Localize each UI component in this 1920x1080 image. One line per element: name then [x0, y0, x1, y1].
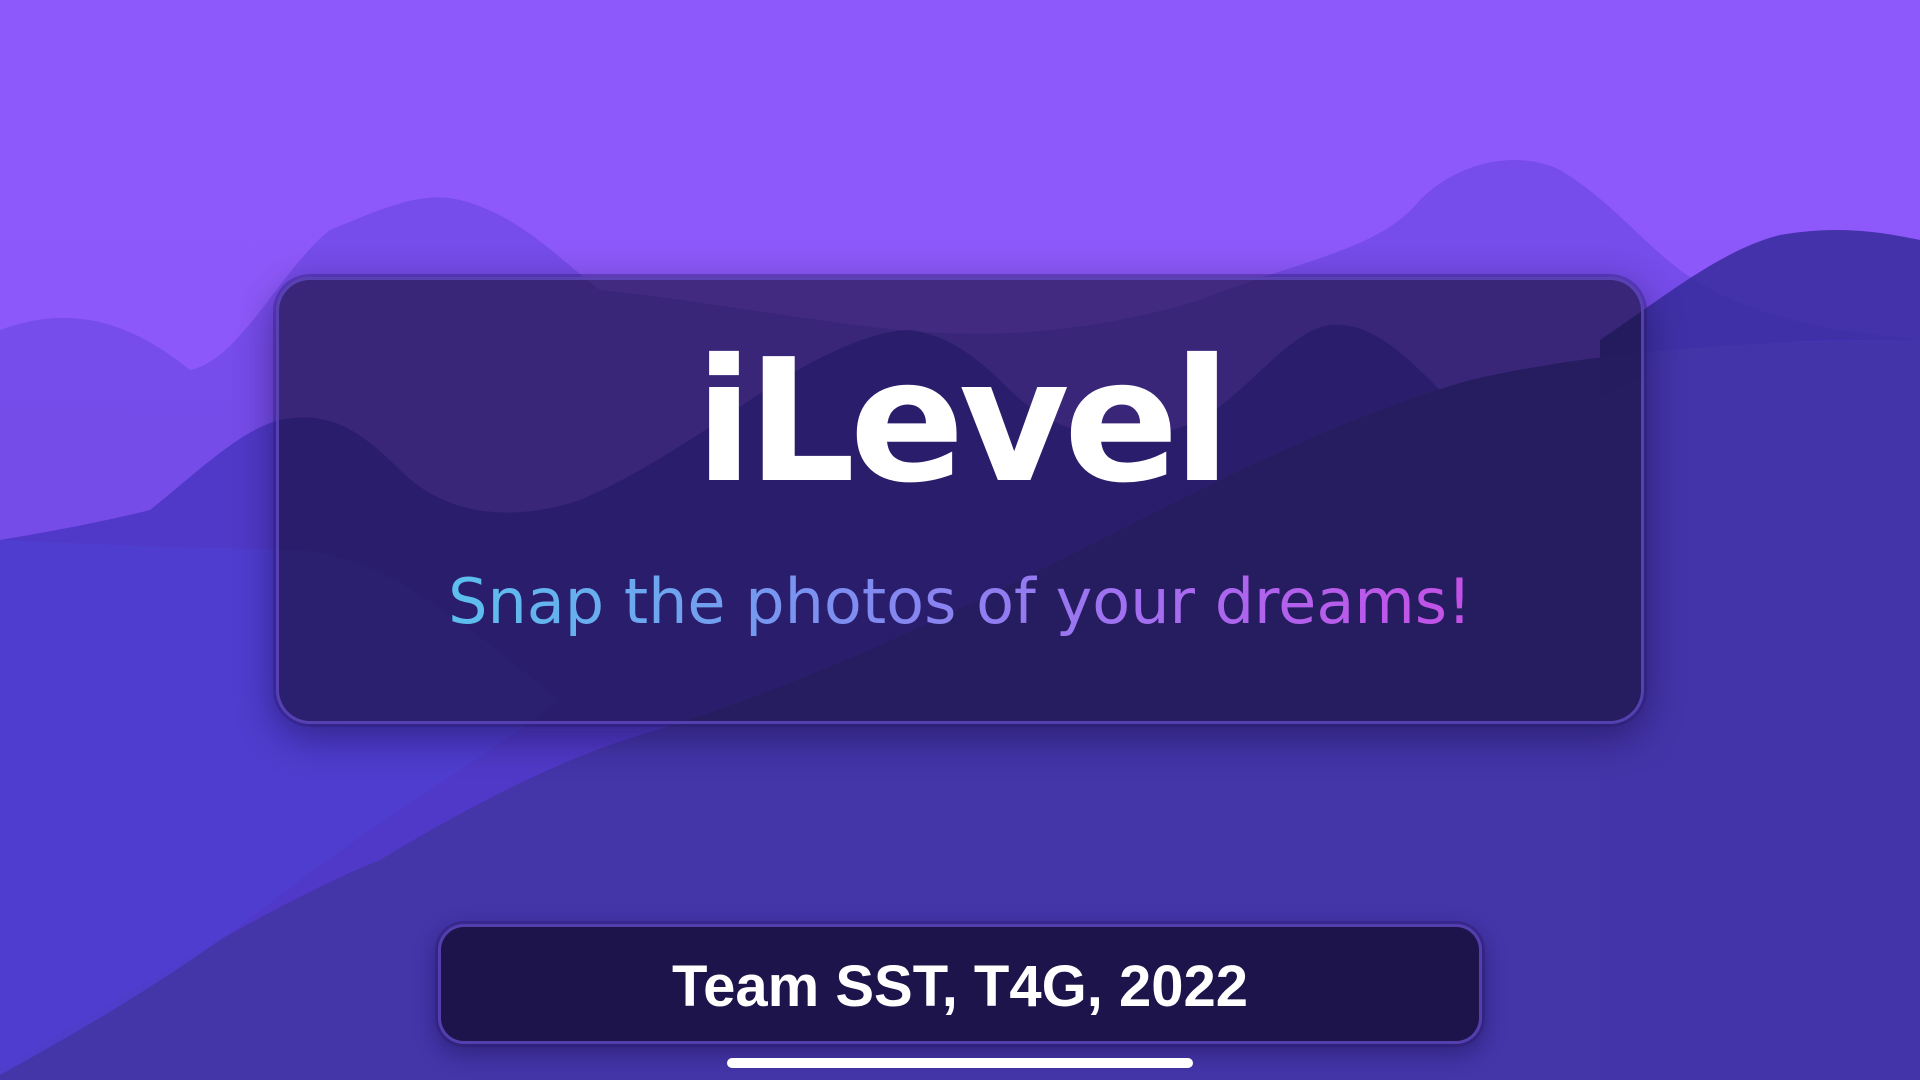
app-title: iLevel [694, 323, 1231, 521]
credit-card: Team SST, T4G, 2022 [438, 924, 1482, 1044]
app-tagline: Snap the photos of your dreams! [279, 565, 1641, 639]
app-tagline-text: Snap the photos of your dreams! [448, 565, 1472, 638]
splash-screen: iLevel Snap the photos of your dreams! T… [0, 0, 1920, 1080]
title-card: iLevel Snap the photos of your dreams! [276, 277, 1644, 724]
team-credit: Team SST, T4G, 2022 [672, 954, 1248, 1019]
home-indicator[interactable] [727, 1058, 1193, 1068]
